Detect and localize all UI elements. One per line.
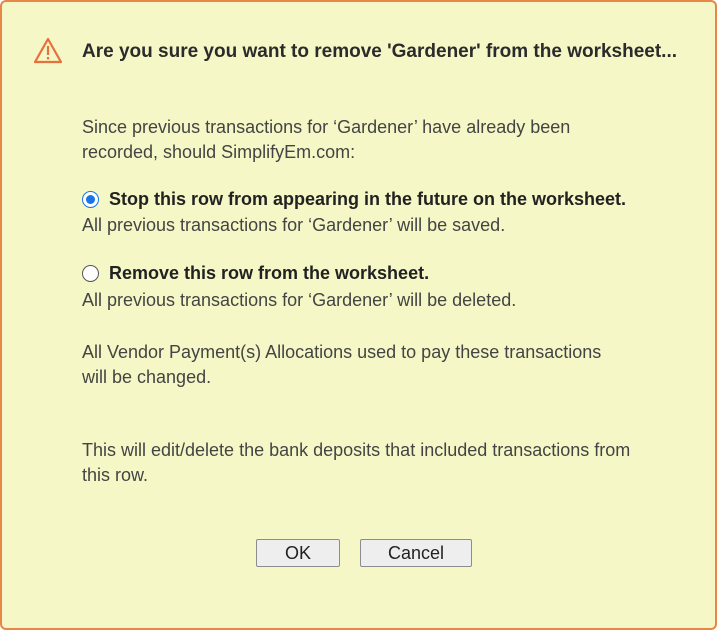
stop-row-radio[interactable] bbox=[82, 191, 99, 208]
intro-text-line-1: Since previous transactions for ‘Gardene… bbox=[82, 117, 571, 137]
deposits-text-line-2: this row. bbox=[82, 465, 149, 485]
stop-row-description: All previous transactions for ‘Gardener’… bbox=[82, 215, 506, 235]
ok-button[interactable]: OK bbox=[256, 539, 340, 567]
allocations-text-line-2: will be changed. bbox=[82, 367, 212, 387]
remove-row-dialog: Are you sure you want to remove 'Gardene… bbox=[0, 0, 717, 630]
remove-row-label[interactable]: Remove this row from the worksheet. bbox=[109, 263, 429, 284]
stop-row-label[interactable]: Stop this row from appearing in the futu… bbox=[109, 189, 626, 210]
remove-row-description: All previous transactions for ‘Gardener’… bbox=[82, 290, 517, 310]
dialog-title: Are you sure you want to remove 'Gardene… bbox=[82, 41, 678, 62]
option-remove-row[interactable]: Remove this row from the worksheet. bbox=[82, 263, 429, 284]
option-stop-row[interactable]: Stop this row from appearing in the futu… bbox=[82, 189, 626, 210]
allocations-text-line-1: All Vendor Payment(s) Allocations used t… bbox=[82, 342, 602, 362]
remove-row-radio[interactable] bbox=[82, 265, 99, 282]
deposits-text-line-1: This will edit/delete the bank deposits … bbox=[82, 440, 631, 460]
intro-text-line-2: recorded, should SimplifyEm.com: bbox=[82, 142, 356, 162]
cancel-button[interactable]: Cancel bbox=[360, 539, 472, 567]
warning-icon bbox=[33, 37, 63, 64]
